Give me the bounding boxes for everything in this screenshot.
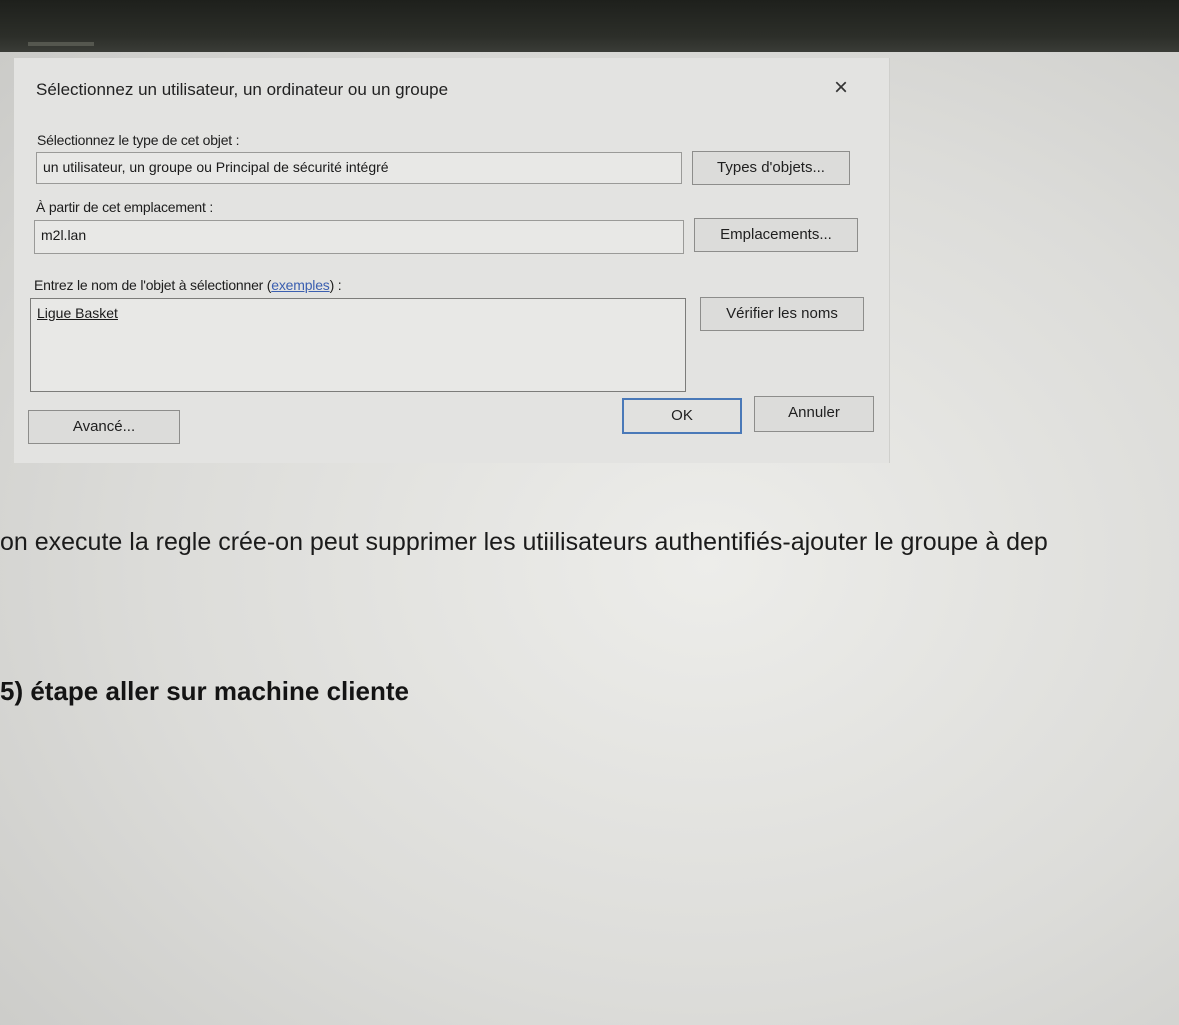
- close-icon[interactable]: ×: [829, 76, 853, 100]
- advanced-button[interactable]: Avancé...: [28, 410, 180, 444]
- document-text-line: on execute la regle crée-on peut supprim…: [0, 528, 1048, 556]
- select-user-dialog: Sélectionnez un utilisateur, un ordinate…: [14, 58, 890, 463]
- object-name-textarea[interactable]: Ligue Basket: [30, 298, 686, 392]
- enter-name-label-prefix: Entrez le nom de l'objet à sélectionner …: [34, 277, 272, 293]
- locations-button[interactable]: Emplacements...: [694, 218, 858, 252]
- location-field: m2l.lan: [34, 220, 684, 254]
- enter-name-label-suffix: ) :: [329, 277, 342, 293]
- enter-name-label: Entrez le nom de l'objet à sélectionner …: [34, 277, 342, 293]
- cancel-button[interactable]: Annuler: [754, 396, 874, 432]
- screen-top-bezel: [0, 0, 1179, 52]
- object-name-value: Ligue Basket: [37, 305, 118, 321]
- ok-button[interactable]: OK: [622, 398, 742, 434]
- object-type-label: Sélectionnez le type de cet objet :: [37, 132, 240, 148]
- dialog-title: Sélectionnez un utilisateur, un ordinate…: [36, 80, 449, 99]
- location-label: À partir de cet emplacement :: [36, 199, 214, 215]
- object-types-button[interactable]: Types d'objets...: [692, 151, 850, 185]
- window-tab-stub: [28, 42, 94, 46]
- document-heading: 5) étape aller sur machine cliente: [0, 676, 409, 706]
- check-names-button[interactable]: Vérifier les noms: [700, 297, 864, 331]
- object-type-field: un utilisateur, un groupe ou Principal d…: [36, 152, 682, 184]
- examples-link[interactable]: exemples: [271, 277, 330, 293]
